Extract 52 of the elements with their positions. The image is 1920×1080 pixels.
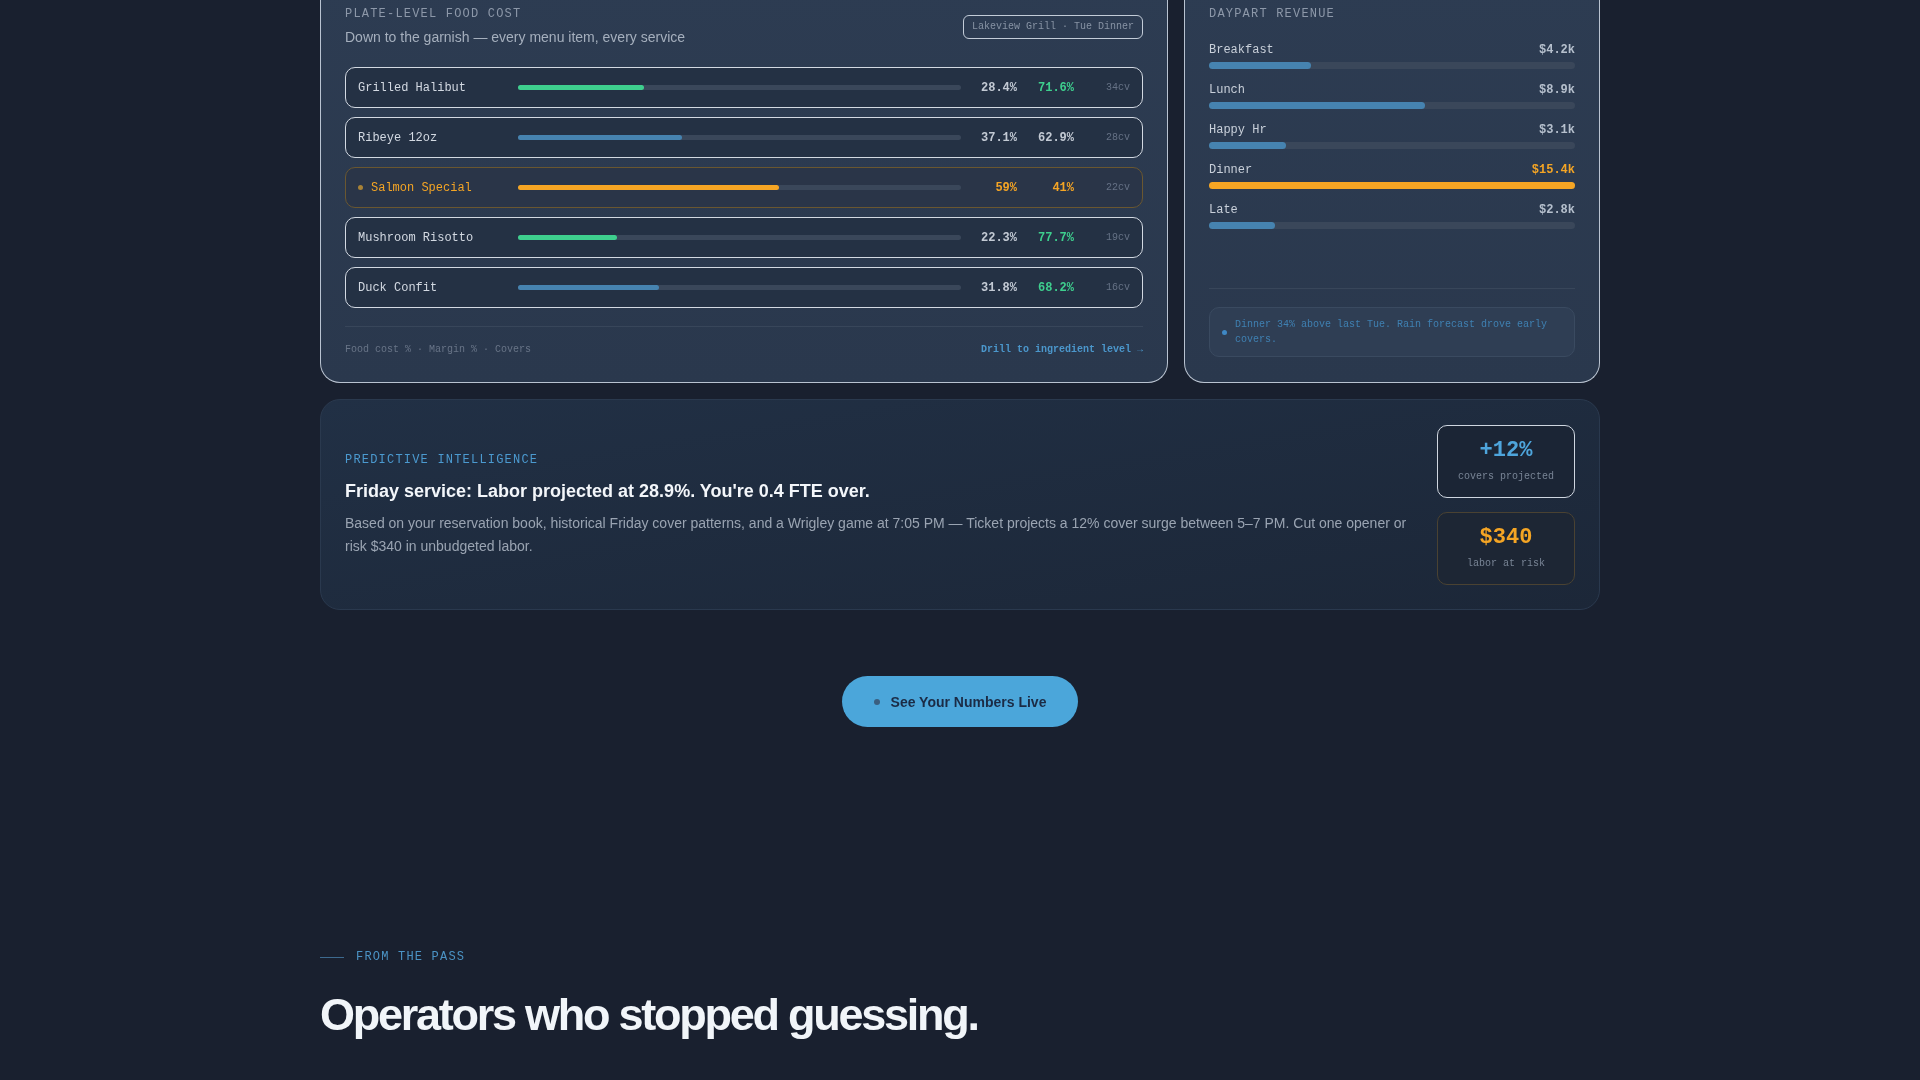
daypart-label: Dinner (1209, 162, 1253, 178)
stat-value: +12% (1479, 438, 1533, 464)
eyebrow-label: PREDICTIVE INTELLIGENCE (345, 451, 540, 468)
menu-item-row[interactable]: Duck Confit 31.8% 68.2% 16cv (345, 267, 1143, 308)
dish-name: Grilled Halibut (358, 79, 467, 96)
insight-headline: Friday service: Labor projected at 28.9%. You're 0.4 FTE over. (345, 479, 871, 503)
dish-name: Salmon Special (371, 179, 472, 196)
food-cost-percent: 59% (994, 179, 1017, 196)
daypart-label: Late (1209, 202, 1238, 218)
margin-percent: 71.6% (1037, 79, 1074, 96)
covers-count: 22cv (1105, 181, 1130, 195)
dish-name: Mushroom Risotto (358, 229, 474, 246)
accent-rule (320, 956, 344, 958)
food-cost-percent: 28.4% (980, 79, 1017, 96)
cta-button[interactable]: See Your Numbers Live (841, 676, 1079, 727)
daypart-label: Happy Hr (1209, 122, 1267, 138)
margin-percent: 41% (1051, 179, 1074, 196)
dish-name: Ribeye 12oz (358, 129, 438, 146)
menu-item-row[interactable]: Mushroom Risotto 22.3% 77.7% 19cv (345, 217, 1143, 258)
food-cost-percent: 31.8% (980, 279, 1017, 296)
eyebrow-label: FROM THE PASS (356, 949, 466, 965)
drill-down-link[interactable]: Drill to ingredient level → (980, 343, 1143, 357)
margin-percent: 68.2% (1037, 279, 1074, 296)
revenue-value: $15.4k (1531, 162, 1575, 178)
section-label: PLATE-LEVEL FOOD COST (345, 6, 523, 22)
dish-name: Duck Confit (358, 279, 438, 296)
revenue-value: $2.8k (1539, 202, 1575, 218)
menu-item-row[interactable]: Salmon Special 59% 41% 22cv (345, 167, 1143, 208)
margin-percent: 62.9% (1037, 129, 1074, 146)
insight-text: Dinner 34% above last Tue. Rain forecast drove early covers. (1235, 318, 1549, 347)
daypart-label: Lunch (1209, 82, 1245, 98)
food-cost-percent: 22.3% (980, 229, 1017, 246)
stat-value: $340 (1479, 525, 1533, 551)
section-heading: Operators who stopped guessing. (320, 990, 979, 1040)
stat-label: labor at risk (1467, 557, 1545, 571)
revenue-value: $4.2k (1539, 42, 1575, 58)
location-tag: Lakeview Grill · Tue Dinner (962, 15, 1143, 39)
body-text: Based on your reservation book, historical Friday cover patterns, and a Wrigley game at 7:05 PM — Ticket projects a 12% cover surge between 5–7 PM. Cut one opener or risk $340 in unbudgeted labor. (345, 513, 1407, 556)
covers-count: 34cv (1105, 81, 1130, 95)
revenue-value: $8.9k (1539, 82, 1575, 98)
stat-label: covers projected (1458, 470, 1554, 484)
daypart-label: Breakfast (1209, 42, 1274, 58)
menu-item-row[interactable]: Grilled Halibut 28.4% 71.6% 34cv (345, 67, 1143, 108)
covers-count: 28cv (1105, 131, 1130, 145)
food-cost-percent: 37.1% (980, 129, 1017, 146)
card-subtitle: Down to the garnish — every menu item, every service (345, 28, 686, 47)
margin-percent: 77.7% (1037, 229, 1074, 246)
covers-count: 16cv (1105, 281, 1130, 295)
menu-item-row[interactable]: Ribeye 12oz 37.1% 62.9% 28cv (345, 117, 1143, 158)
covers-count: 19cv (1105, 231, 1130, 245)
section-label: DAYPART REVENUE (1209, 6, 1337, 22)
revenue-value: $3.1k (1539, 122, 1575, 138)
